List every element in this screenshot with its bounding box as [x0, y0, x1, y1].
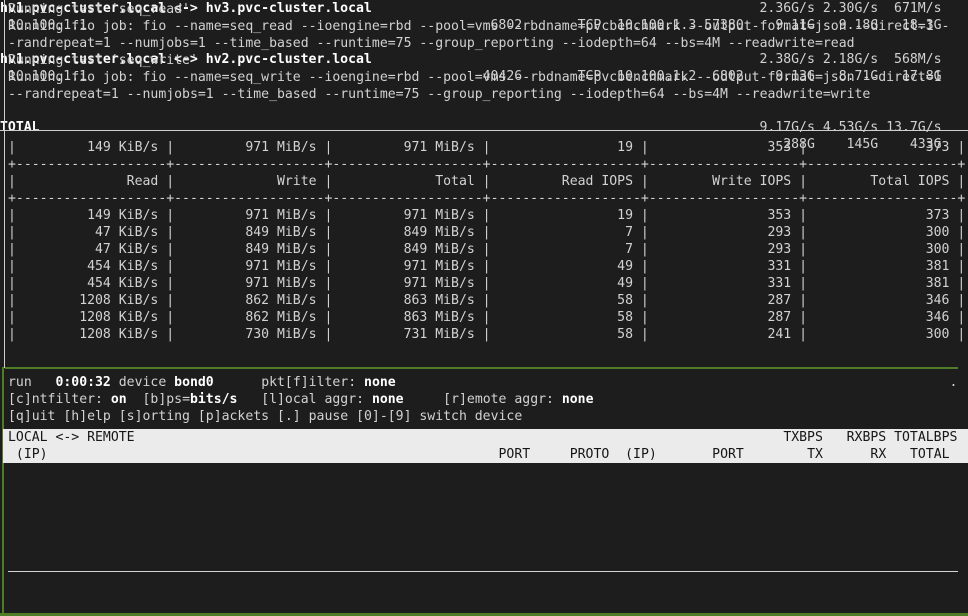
- text-segment: LOCAL <-> REMOTE: [8, 430, 135, 445]
- text-segment: run: [8, 375, 55, 390]
- spacer: [404, 392, 444, 407]
- text-segment: 13.7G/s: [886, 120, 941, 135]
- table-row: | 149 KiB/s | 971 MiB/s | 971 MiB/s | 19…: [8, 207, 965, 224]
- text-segment: +-------------------+-------------------…: [8, 191, 965, 206]
- text-segment: | 149 KiB/s | 971 MiB/s | 971 MiB/s | 19…: [8, 140, 965, 155]
- spacer: [609, 447, 625, 462]
- log-line: Running fio job: fio --name=seq_read --i…: [8, 18, 949, 35]
- terminal[interactable]: +-------------------+-------------------…: [0, 0, 968, 616]
- table-row: | 47 KiB/s | 849 MiB/s | 849 MiB/s | 7 |…: [8, 224, 965, 241]
- text-segment: | 47 KiB/s | 849 MiB/s | 849 MiB/s | 7 |…: [8, 242, 965, 257]
- table-header-row: | Read | Write | Total | Read IOPS | Wri…: [8, 173, 965, 190]
- spacer: [886, 430, 894, 445]
- text-segment: bond0: [174, 375, 214, 390]
- text-segment: .: [950, 375, 958, 390]
- text-segment: 9.17G/s: [760, 120, 815, 135]
- text-segment: pkt[f]ilter:: [261, 375, 364, 390]
- table-row: | 1208 KiB/s | 862 MiB/s | 863 MiB/s | 5…: [8, 309, 965, 326]
- text-segment: (IP): [8, 447, 48, 462]
- text-segment: none: [364, 375, 396, 390]
- network-monitor-status: run 0:00:32 device bond0 pkt[f]ilter: no…: [8, 374, 957, 425]
- spacer: [878, 120, 886, 135]
- log-line: -randrepeat=1 --numjobs=1 --time_based -…: [8, 35, 949, 52]
- text-segment: | 47 KiB/s | 849 MiB/s | 849 MiB/s | 7 |…: [8, 225, 965, 240]
- log-line: Running test 'seq_read': [8, 1, 949, 18]
- text-segment: | 1208 KiB/s | 862 MiB/s | 863 MiB/s | 5…: [8, 310, 965, 325]
- text-segment: +-------------------+-------------------…: [8, 157, 965, 172]
- text-segment: | 1208 KiB/s | 730 MiB/s | 731 MiB/s | 5…: [8, 327, 965, 342]
- spacer: [815, 120, 823, 135]
- text-segment: 0:00:32: [55, 375, 110, 390]
- text-segment: RXBPS: [847, 430, 887, 445]
- spacer: [127, 392, 143, 407]
- spacer: [744, 447, 807, 462]
- text-segment: 4.53G/s: [823, 120, 878, 135]
- spacer: [48, 447, 499, 462]
- spacer: [823, 430, 847, 445]
- spacer: [135, 430, 784, 445]
- table-row: | 454 KiB/s | 971 MiB/s | 971 MiB/s | 49…: [8, 258, 965, 275]
- table-row: | 1208 KiB/s | 730 MiB/s | 731 MiB/s | 5…: [8, 326, 965, 343]
- text-segment: TOTALBPS: [894, 430, 957, 445]
- text-segment: none: [372, 392, 404, 407]
- text-segment: | 1208 KiB/s | 862 MiB/s | 863 MiB/s | 5…: [8, 293, 965, 308]
- status-line: run 0:00:32 device bond0 pkt[f]ilter: no…: [8, 374, 957, 391]
- text-segment: PORT: [499, 447, 531, 462]
- log-line: --randrepeat=1 --numjobs=1 --time_based …: [8, 86, 949, 103]
- text-segment: device: [111, 375, 174, 390]
- total-divider: [8, 571, 958, 572]
- spacer: [886, 447, 910, 462]
- text-segment: none: [562, 392, 594, 407]
- spacer: [237, 392, 261, 407]
- text-segment: | Read | Write | Total | Read IOPS | Wri…: [8, 174, 965, 189]
- spacer: [214, 375, 261, 390]
- text-segment: PROTO: [570, 447, 610, 462]
- text-segment: | 149 KiB/s | 971 MiB/s | 971 MiB/s | 19…: [8, 208, 965, 223]
- text-segment: TOTAL: [910, 447, 950, 462]
- text-segment: [c]ntfilter:: [8, 392, 111, 407]
- status-line: [c]ntfilter: on [b]ps=bits/s [l]ocal agg…: [8, 391, 957, 408]
- text-segment: on: [111, 392, 127, 407]
- spacer: [396, 375, 950, 390]
- table-row: | 1208 KiB/s | 862 MiB/s | 863 MiB/s | 5…: [8, 292, 965, 309]
- table-separator: +-------------------+-------------------…: [8, 190, 965, 207]
- table-row: | 454 KiB/s | 971 MiB/s | 971 MiB/s | 49…: [8, 275, 965, 292]
- text-segment: TXBPS: [783, 430, 823, 445]
- table-row: | 149 KiB/s | 971 MiB/s | 971 MiB/s | 19…: [8, 139, 965, 156]
- active-pane-border-top: [5, 367, 958, 369]
- top-pane-divider: [0, 130, 968, 131]
- text-segment: [q]uit [h]elp [s]orting [p]ackets [.] pa…: [8, 409, 522, 424]
- fio-results-table: | 149 KiB/s | 971 MiB/s | 971 MiB/s | 19…: [8, 139, 965, 343]
- header-bar-line: LOCAL <-> REMOTE TXBPS RXBPS TOTALBPS: [3, 429, 968, 446]
- connection-line: TOTAL 9.17G/s 4.53G/s 13.7G/s: [0, 119, 968, 136]
- fio-log: Running test 'seq_read' Running fio job:…: [8, 1, 949, 103]
- text-segment: [b]ps=: [143, 392, 190, 407]
- spacer: [657, 447, 712, 462]
- text-segment: [r]emote aggr:: [443, 392, 562, 407]
- spacer: [530, 447, 570, 462]
- text-segment: | 454 KiB/s | 971 MiB/s | 971 MiB/s | 49…: [8, 259, 965, 274]
- text-segment: | 454 KiB/s | 971 MiB/s | 971 MiB/s | 49…: [8, 276, 965, 291]
- text-segment: TOTAL: [0, 120, 40, 135]
- text-segment: (IP): [625, 447, 657, 462]
- text-segment: bits/s: [190, 392, 237, 407]
- connection-line: [0, 102, 968, 119]
- spacer: [823, 447, 870, 462]
- network-table-header-bar: LOCAL <-> REMOTE TXBPS RXBPS TOTALBPS (I…: [3, 429, 968, 463]
- text-segment: RX: [870, 447, 886, 462]
- header-bar-line: (IP) PORT PROTO (IP) PORT TX RX TOTAL: [3, 446, 968, 463]
- text-segment: TX: [807, 447, 823, 462]
- spacer: [40, 120, 760, 135]
- table-separator: +-------------------+-------------------…: [8, 156, 965, 173]
- text-segment: [l]ocal aggr:: [261, 392, 372, 407]
- active-pane-border-left: [2, 367, 4, 616]
- text-segment: PORT: [712, 447, 744, 462]
- status-line: [q]uit [h]elp [s]orting [p]ackets [.] pa…: [8, 408, 957, 425]
- top-pane-border-left: [4, 0, 5, 368]
- log-line: Running test 'seq_write': [8, 52, 949, 69]
- table-row: | 47 KiB/s | 849 MiB/s | 849 MiB/s | 7 |…: [8, 241, 965, 258]
- log-line: Running fio job: fio --name=seq_write --…: [8, 69, 949, 86]
